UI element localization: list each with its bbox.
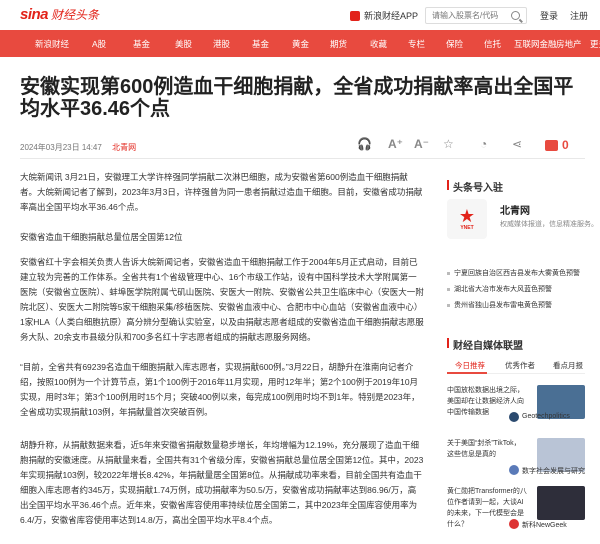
nav-item[interactable]: 更多 (590, 38, 600, 50)
follow-section-title: 头条号入驻 (447, 179, 503, 194)
nav-item[interactable]: 期货 (330, 38, 347, 50)
related-item[interactable]: 湖北省大冶市发布大风蓝色预警 (447, 284, 552, 294)
author-avatar (509, 465, 519, 475)
nav-item[interactable]: 美股 (175, 38, 192, 50)
search-icon[interactable] (511, 11, 520, 20)
tab-monthly[interactable]: 看点月报 (553, 360, 583, 371)
phone-icon (350, 10, 360, 21)
article-paragraph: “目前，全省共有69239名造血干细胞捐献入库志愿者，实现捐献600例。”3月2… (20, 362, 420, 417)
article-meta: 2024年03月23日 14:47 北青网 (20, 142, 136, 153)
search-box (425, 7, 527, 24)
nav-item[interactable]: 新浪财经 (35, 38, 69, 50)
login-link[interactable]: 登录 (540, 9, 558, 22)
feed-author: 新科NewGeek (522, 522, 567, 529)
nav-item[interactable]: 收藏 (370, 38, 387, 50)
bullet-icon (447, 303, 450, 307)
related-item[interactable]: 宁夏回族自治区西吉县发布大雾黄色预警 (447, 268, 580, 278)
related-item[interactable]: 贵州省独山县发布雷电黄色预警 (447, 300, 552, 310)
font-increase-icon[interactable]: A⁺ (388, 137, 403, 151)
article-subheading: 安徽省造血干细胞捐献总量位居全国第12位 (20, 232, 183, 242)
title-divider (20, 158, 585, 159)
logo-subtitle: 财经头条 (51, 8, 100, 22)
nav-item[interactable]: 港股 (213, 38, 230, 50)
wechat-icon[interactable]: ◔ (480, 137, 487, 151)
feed-thumbnail (537, 486, 585, 520)
top-header: sina 财经头条 新浪财经APP 登录 注册 (0, 0, 600, 30)
media-section-title: 财经自媒体联盟 (447, 337, 523, 352)
nav-item[interactable]: 互联网金融 (514, 38, 557, 50)
main-nav: 新浪财经 A股 基金 美股 港股 基金 黄金 期货 收藏 专栏 保险 信托 互联… (0, 30, 600, 57)
app-download-link[interactable]: 新浪财经APP (350, 9, 418, 22)
star-icon[interactable]: ☆ (443, 137, 454, 151)
share-icon[interactable]: ⋖ (512, 137, 522, 151)
nav-item[interactable]: 房地产 (556, 38, 582, 50)
article-source[interactable]: 北青网 (112, 143, 136, 152)
article-paragraph: 安徽省红十字会相关负责人告诉大皖新闻记者，安徽省造血干细胞捐献工作于2004年5… (20, 257, 424, 342)
feed-item[interactable]: 关于美国“封杀”TikTok，这些信息是真的 数字社会发展与研究 (447, 438, 585, 488)
account-avatar[interactable]: ★ YNET (447, 199, 487, 239)
nav-item[interactable]: A股 (92, 38, 106, 50)
account-logo-text: YNET (460, 225, 474, 231)
feed-title: 关于美国“封杀”TikTok，这些信息是真的 (447, 440, 521, 458)
related-item-label: 贵州省独山县发布雷电黄色预警 (454, 302, 552, 309)
article-date: 2024年03月23日 14:47 (20, 143, 102, 152)
nav-item[interactable]: 信托 (484, 38, 501, 50)
related-item-label: 宁夏回族自治区西吉县发布大雾黄色预警 (454, 270, 580, 277)
search-input[interactable] (432, 11, 508, 20)
author-avatar (509, 519, 519, 529)
site-logo[interactable]: sina 财经头条 (20, 6, 100, 23)
bullet-icon (447, 287, 450, 291)
nav-item[interactable]: 基金 (133, 38, 150, 50)
tab-authors[interactable]: 优秀作者 (505, 360, 535, 371)
active-tab-indicator (447, 372, 487, 374)
feed-author: 数字社会发展与研究 (522, 468, 585, 475)
nav-item[interactable]: 专栏 (408, 38, 425, 50)
app-link-label: 新浪财经APP (364, 11, 419, 21)
feed-item[interactable]: 中国放松数据出境之际，美国却在让数据经济人向中国传输数据 Geotechpoli… (447, 385, 585, 435)
article-title: 安徽实现第600例造血干细胞捐献，全省成功捐献率高出全国平均水平36.46个点 (20, 76, 574, 120)
comment-count: 0 (562, 138, 569, 152)
nav-item[interactable]: 黄金 (292, 38, 309, 50)
headphones-icon[interactable]: 🎧 (357, 137, 372, 151)
account-description: 权威媒体报道，信息精准服务。 (500, 221, 598, 228)
nav-item[interactable]: 基金 (252, 38, 269, 50)
related-item-label: 湖北省大冶市发布大风蓝色预警 (454, 286, 552, 293)
feed-item[interactable]: 黄仁勋把Transformer的八位作者请到一起，大谈AI的未来，下一代模型会是… (447, 486, 585, 536)
nav-item[interactable]: 保险 (446, 38, 463, 50)
comment-icon (545, 139, 558, 151)
bullet-icon (447, 271, 450, 275)
feed-author: Geotechpolitics (522, 413, 570, 420)
comment-button[interactable]: 0 (545, 138, 569, 152)
star-logo-icon: ★ (458, 206, 476, 226)
register-link[interactable]: 注册 (570, 9, 588, 22)
account-name[interactable]: 北青网 (500, 202, 530, 217)
author-avatar (509, 412, 519, 422)
tab-recommend[interactable]: 今日推荐 (455, 360, 485, 371)
article-paragraph: 大皖新闻讯 3月21日，安徽理工大学许梓强同学捐献二次淋巴细胞，成为安徽省第60… (20, 172, 423, 212)
font-decrease-icon[interactable]: A⁻ (414, 137, 429, 151)
logo-mark: sina (20, 6, 49, 23)
article-paragraph: 胡静升称，从捐献数据来看，近5年来安徽省捐献数量稳步增长，年均增幅为12.19%… (20, 440, 424, 525)
